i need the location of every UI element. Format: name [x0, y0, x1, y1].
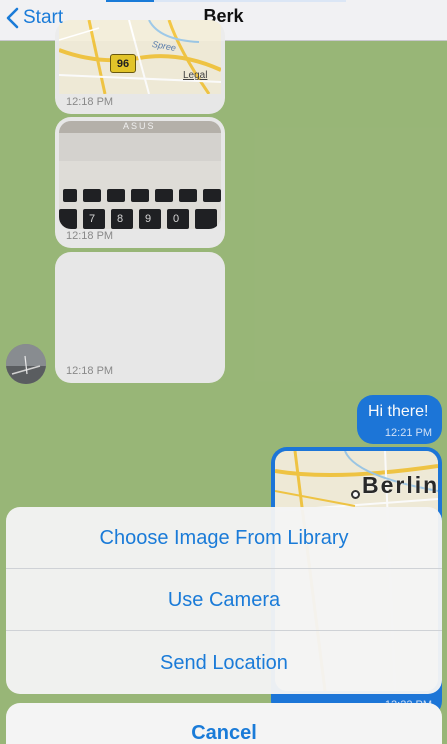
choose-image-from-library-button[interactable]: Choose Image From Library [6, 507, 442, 569]
progress-bar-fill [106, 0, 154, 2]
progress-bar [106, 0, 346, 2]
chevron-left-icon [6, 7, 19, 29]
cancel-button[interactable]: Cancel [6, 703, 442, 744]
send-location-button[interactable]: Send Location [6, 631, 442, 693]
back-button[interactable]: Start [6, 5, 63, 31]
use-camera-button[interactable]: Use Camera [6, 569, 442, 631]
action-sheet: Choose Image From Library Use Camera Sen… [6, 507, 442, 694]
